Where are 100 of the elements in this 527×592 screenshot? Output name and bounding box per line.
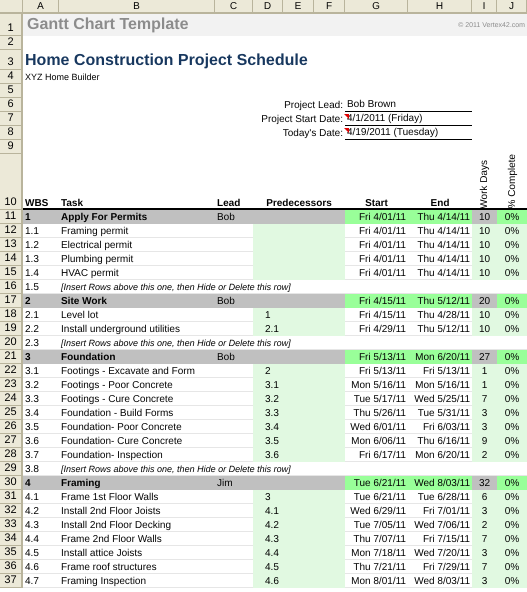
work-days-cell: 10 [472, 322, 497, 336]
instruction-text: [Insert Rows above this one, then Hide or Delete this row] [60, 281, 292, 294]
predecessors-cell: 3.6 [253, 448, 345, 462]
start-cell-text: Wed 6/01/11 [349, 420, 407, 434]
work-days-cell: 7 [472, 392, 497, 406]
column-header[interactable]: C [215, 0, 253, 14]
task-cell-text: Install underground utilities [60, 322, 181, 336]
predecessors-cell: 4.6 [253, 574, 345, 588]
row-number: 13 [0, 238, 23, 252]
info-value-field[interactable]: Bob Brown [345, 98, 472, 112]
column-header[interactable]: J [497, 0, 527, 14]
wbs-cell-text: 1.4 [24, 266, 40, 280]
wbs-cell-text: 3.8 [24, 462, 40, 476]
project-title: Home Construction Project Schedule [24, 52, 309, 70]
info-label: Project Start Date: [261, 114, 345, 124]
info-value-field[interactable]: 4/19/2011 (Tuesday) [345, 126, 472, 140]
predecessors-cell: 4.4 [253, 546, 345, 560]
column-header[interactable]: I [472, 0, 497, 14]
column-header[interactable]: B [59, 0, 215, 14]
work-days-cell: 3 [472, 546, 497, 560]
work-days-cell: 3 [472, 406, 497, 420]
task-cell-text: Frame 2nd Floor Walls [60, 532, 163, 546]
complete-cell: 0% [497, 490, 527, 504]
row-number: 12 [0, 224, 23, 238]
complete-cell: 0% [497, 420, 527, 434]
wbs-cell-text: 1.3 [24, 252, 40, 266]
end-cell-text: Fri 7/15/11 [422, 532, 471, 546]
wbs-cell-text: 3.6 [24, 434, 40, 448]
wbs-cell-text: 3.4 [24, 406, 40, 420]
start-cell-text: Mon 7/18/11 [350, 546, 407, 560]
wbs-cell: 4 [23, 476, 59, 490]
task-cell-text: Electrical permit [60, 238, 134, 252]
work-days-cell: 27 [472, 350, 497, 364]
column-title: Predecessors [265, 197, 333, 210]
work-days-cell: 3 [472, 504, 497, 518]
sheet-title: Gantt Chart Template [27, 16, 188, 34]
predecessors-cell: 4.2 [253, 518, 345, 532]
start-cell-text: Fri 4/01/11 [358, 238, 407, 252]
predecessors-cell: 3.2 [253, 392, 345, 406]
row-number: 24 [0, 392, 23, 406]
predecessors-cell: 4.3 [253, 532, 345, 546]
start-cell-text: Tue 6/21/11 [352, 490, 407, 504]
task-cell-text: Install attice Joists [60, 546, 144, 560]
end-cell-text: Thu 4/14/11 [416, 224, 471, 238]
complete-cell: 0% [497, 252, 527, 266]
column-header[interactable]: G [345, 0, 408, 14]
wbs-cell-text: 3.1 [24, 364, 40, 378]
wbs-cell-text: 4.1 [24, 490, 40, 504]
lead-cell: Bob [215, 294, 253, 308]
row-number: 6 [0, 98, 23, 112]
row-number: 16 [0, 280, 23, 294]
task-cell-text: Install 2nd Floor Decking [60, 518, 172, 532]
task-cell-text: Frame 1st Floor Walls [60, 490, 160, 504]
column-header[interactable]: H [408, 0, 472, 14]
work-days-cell: 1 [472, 364, 497, 378]
complete-cell: 0% [497, 266, 527, 280]
complete-cell: 0% [497, 434, 527, 448]
column-title: Lead [216, 197, 242, 210]
complete-cell: 0% [497, 392, 527, 406]
row-number: 17 [0, 294, 23, 308]
start-cell-text: Fri 4/15/11 [358, 308, 407, 322]
end-cell-text: Tue 5/31/11 [416, 406, 471, 420]
start-cell-text: Wed 6/29/11 [349, 504, 407, 518]
row-number: 15 [0, 266, 23, 280]
column-header[interactable]: D [253, 0, 283, 14]
end-cell-text: Thu 5/12/11 [416, 322, 471, 336]
end-cell: Thu 4/14/11 [408, 210, 472, 224]
work-days-cell: 7 [472, 532, 497, 546]
wbs-cell: 1 [23, 210, 59, 224]
start-cell-text: Tue 7/05/11 [352, 518, 407, 532]
start-cell-text: Fri 4/01/11 [358, 224, 407, 238]
complete-cell: 0% [497, 378, 527, 392]
predecessors-cell: 3.1 [253, 378, 345, 392]
task-cell: Site Work [59, 294, 215, 308]
start-cell: Fri 4/15/11 [345, 294, 408, 308]
info-value-field[interactable]: 4/1/2011 (Friday) [345, 112, 472, 126]
predecessors-cell: 3.5 [253, 434, 345, 448]
column-header[interactable]: E [283, 0, 314, 14]
start-cell-text: Mon 8/01/11 [350, 574, 407, 588]
wbs-cell-text: 4.7 [24, 574, 40, 588]
column-header[interactable]: F [314, 0, 345, 14]
row-number: 34 [0, 532, 23, 546]
row-number: 1 [0, 14, 23, 36]
end-cell-text: Wed 7/20/11 [413, 546, 471, 560]
start-cell-text: Fri 4/01/11 [358, 266, 407, 280]
start-cell-text: Fri 5/13/11 [358, 364, 407, 378]
work-days-cell: 20 [472, 294, 497, 308]
row-number: 25 [0, 406, 23, 420]
work-days-cell: 10 [472, 224, 497, 238]
column-header[interactable]: A [23, 0, 59, 14]
row-number: 5 [0, 84, 23, 98]
start-cell: Tue 6/21/11 [345, 476, 408, 490]
wbs-cell-text: 1.2 [24, 238, 40, 252]
task-cell-text: Frame roof structures [60, 560, 158, 574]
start-cell-text: Fri 4/01/11 [358, 252, 407, 266]
complete-cell: 0% [497, 504, 527, 518]
company-name: XYZ Home Builder [24, 72, 101, 82]
start-cell-text: Fri 6/17/11 [358, 448, 407, 462]
task-cell-text: Foundation - Build Forms [60, 406, 174, 420]
end-cell: Mon 6/20/11 [408, 350, 472, 364]
